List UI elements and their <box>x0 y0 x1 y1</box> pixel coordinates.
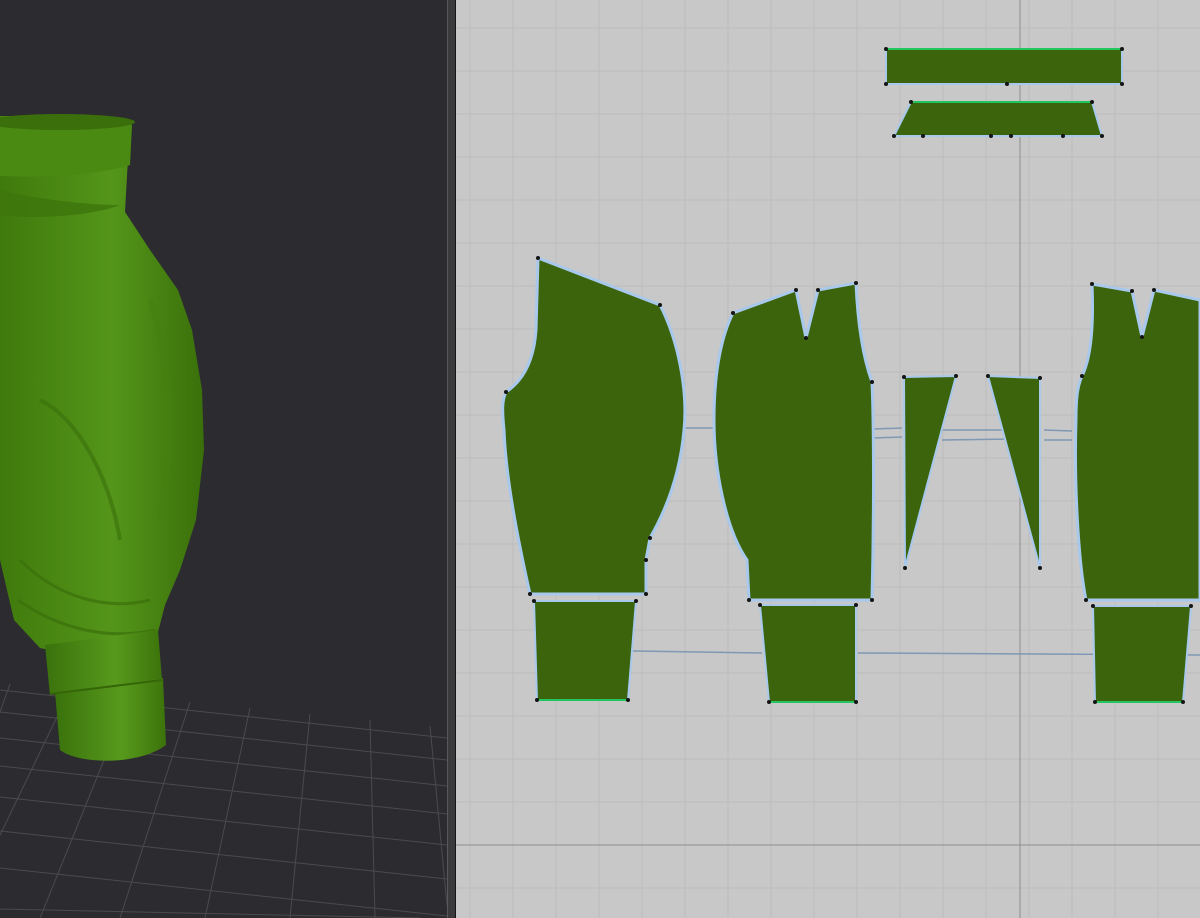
pattern-piece-back-left[interactable] <box>712 281 875 602</box>
pattern-piece-gusset-right[interactable] <box>986 374 1041 569</box>
pattern-piece-waistband-bottom[interactable] <box>892 101 1104 137</box>
pattern-piece-cuff-back-left[interactable] <box>758 604 857 703</box>
pattern-piece-back-right[interactable] <box>1074 282 1200 602</box>
viewport-3d[interactable] <box>0 0 447 918</box>
pattern-piece-cuff-right[interactable] <box>1091 605 1193 703</box>
pattern-piece-gusset-left[interactable] <box>902 374 958 569</box>
garment-editor-window <box>0 0 1200 918</box>
pattern-piece-cuff-left[interactable] <box>532 600 638 701</box>
viewport-splitter[interactable] <box>447 0 456 918</box>
pattern-canvas[interactable] <box>456 0 1200 918</box>
viewport-2d[interactable] <box>456 0 1200 918</box>
pattern-piece-waistband-top[interactable] <box>885 48 1123 85</box>
garment-3d-pants[interactable] <box>0 114 204 761</box>
scene-3d[interactable] <box>0 0 447 918</box>
